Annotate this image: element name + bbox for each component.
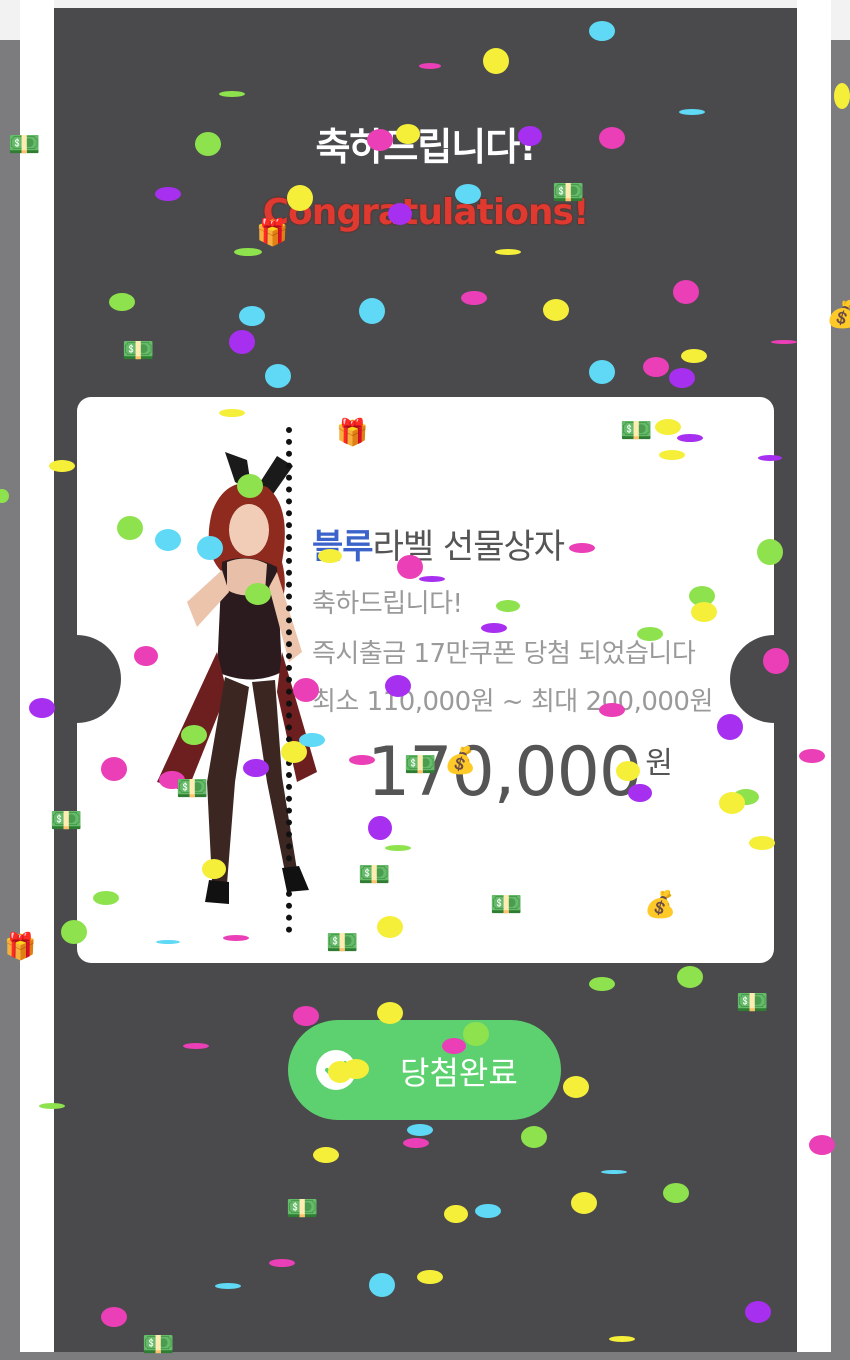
prize-message: 축하드립니다!	[312, 589, 463, 619]
money-bill-icon: 💵	[552, 178, 585, 208]
confirm-win-label: 당첨완료	[400, 1054, 518, 1092]
money-bill-icon: 💵	[358, 860, 391, 890]
prize-label-highlight: 블루	[312, 527, 374, 567]
money-bill-icon: 💵	[176, 774, 209, 804]
check-icon	[316, 1050, 356, 1090]
money-bill-icon: 💵	[50, 806, 83, 836]
modal-title: 축하드립니다!	[315, 125, 536, 169]
prize-label-title: 블루라벨 선물상자	[312, 519, 565, 568]
confetti-piece	[834, 83, 850, 109]
money-bill-icon: 💵	[326, 928, 359, 958]
prize-ticket: 블루라벨 선물상자 축하드립니다! 즉시출금 17만쿠폰 당첨 되었습니다 최소…	[77, 397, 774, 963]
money-bill-icon: 💵	[404, 750, 437, 780]
background-page-column	[797, 0, 831, 1352]
ticket-notch-right	[730, 635, 774, 723]
money-bill-icon: 💵	[620, 416, 653, 446]
money-bill-icon: 💵	[286, 1194, 319, 1224]
confetti-piece	[0, 489, 9, 503]
prize-label-rest: 라벨 선물상자	[372, 527, 565, 567]
gift-icon: 🎁	[256, 218, 289, 248]
money-bag-icon: 💰	[826, 300, 850, 330]
money-bag-icon: 💰	[644, 890, 677, 920]
money-bill-icon: 💵	[122, 336, 155, 366]
money-bill-icon: 💵	[490, 890, 523, 920]
money-bill-icon: 💵	[8, 130, 41, 160]
money-bill-icon: 💵	[736, 988, 769, 1018]
money-bill-icon: 💵	[142, 1330, 175, 1360]
prize-amount-unit: 원	[645, 746, 673, 781]
gift-icon: 🎁	[4, 932, 37, 962]
prize-range: 최소 110,000원 ~ 최대 200,000원	[312, 687, 713, 717]
background-page-column	[20, 0, 54, 1352]
money-bag-icon: 💰	[444, 746, 477, 776]
win-modal: 축하드립니다! Congratulations! 블루라벨 선물상자 축하드립니…	[54, 8, 797, 1352]
prize-description: 즉시출금 17만쿠폰 당첨 되었습니다	[312, 639, 696, 669]
modal-subtitle: Congratulations!	[262, 192, 590, 233]
ticket-notch-left	[77, 635, 121, 723]
confirm-win-button[interactable]: 당첨완료	[288, 1020, 561, 1120]
ticket-perforation	[286, 427, 292, 933]
gift-icon: 🎁	[336, 418, 369, 448]
